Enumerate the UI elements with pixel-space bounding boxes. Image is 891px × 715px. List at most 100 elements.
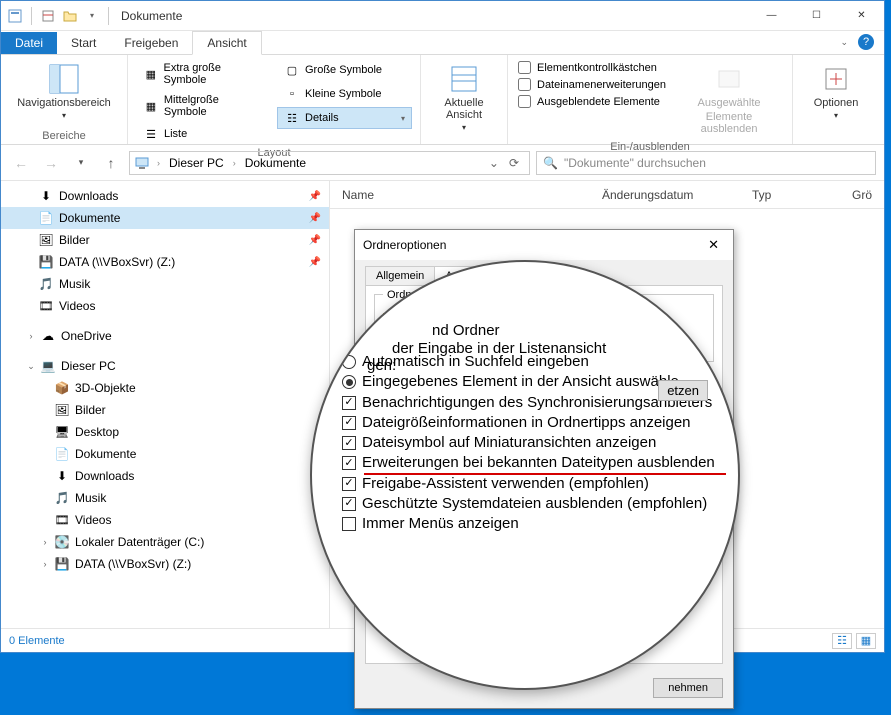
layout-small[interactable]: ▫Kleine Symbole bbox=[277, 83, 412, 105]
lg-icon: ▢ bbox=[284, 62, 300, 78]
check-sharing-wizard[interactable]: ✓Freigabe-Assistent verwenden (empfohlen… bbox=[342, 474, 726, 494]
navigation-tree: ⬇Downloads📌 📄Dokumente📌 🖼Bilder📌 💾DATA (… bbox=[1, 181, 330, 628]
tree-documents2[interactable]: 📄Dokumente bbox=[1, 443, 329, 465]
address-bar[interactable]: › Dieser PC › Dokumente ⌄⟳ bbox=[129, 151, 530, 175]
help-icon[interactable]: ? bbox=[858, 34, 874, 50]
dialog-apply-button[interactable]: nehmen bbox=[653, 678, 723, 698]
tab-file[interactable]: Datei bbox=[1, 32, 57, 54]
tree-videos2[interactable]: 🎞Videos bbox=[1, 509, 329, 531]
tree-videos[interactable]: 🎞Videos bbox=[1, 295, 329, 317]
pin-icon: 📌 bbox=[309, 191, 321, 202]
tree-music2[interactable]: 🎵Musik bbox=[1, 487, 329, 509]
sm-icon: ▫ bbox=[284, 86, 300, 102]
minimize-button[interactable]: — bbox=[749, 1, 794, 30]
md-icon: ▦ bbox=[143, 98, 159, 114]
refresh-icon[interactable]: ⟳ bbox=[509, 156, 519, 170]
crumb-documents[interactable]: Dokumente bbox=[243, 156, 308, 170]
videos-icon: 🎞 bbox=[37, 298, 55, 314]
expand-icon[interactable]: › bbox=[23, 331, 39, 341]
tree-documents[interactable]: 📄Dokumente📌 bbox=[1, 207, 329, 229]
pictures-icon: 🖼 bbox=[37, 232, 55, 248]
tab-home[interactable]: Start bbox=[57, 32, 110, 54]
check-thumbnail-icons[interactable]: ✓Dateisymbol auf Miniaturansichten anzei… bbox=[342, 433, 726, 453]
column-headers: Name Änderungsdatum Typ Grö bbox=[330, 181, 884, 209]
pin-icon: 📌 bbox=[309, 213, 321, 224]
details-view-button[interactable]: ☷ bbox=[832, 633, 852, 649]
pc-icon bbox=[134, 155, 150, 171]
expand-icon[interactable]: › bbox=[37, 537, 53, 547]
up-button[interactable]: ↑ bbox=[99, 151, 123, 175]
tree-downloads[interactable]: ⬇Downloads📌 bbox=[1, 185, 329, 207]
tree-thispc[interactable]: ⌄💻Dieser PC bbox=[1, 355, 329, 377]
qat-properties-icon[interactable] bbox=[40, 8, 56, 24]
tree-desktop[interactable]: 🖥Desktop bbox=[1, 421, 329, 443]
pictures-icon: 🖼 bbox=[53, 402, 71, 418]
details-icon: ☷ bbox=[284, 110, 300, 126]
layout-medium[interactable]: ▦Mittelgroße Symbole bbox=[136, 91, 271, 121]
tree-localdisk[interactable]: ›💽Lokaler Datenträger (C:) bbox=[1, 531, 329, 553]
close-button[interactable]: ✕ bbox=[839, 1, 884, 30]
tree-music[interactable]: 🎵Musik bbox=[1, 273, 329, 295]
check-always-menus[interactable]: Immer Menüs anzeigen bbox=[342, 514, 726, 534]
checkbox-hidden-items[interactable]: Ausgeblendete Elemente bbox=[518, 95, 666, 108]
list-icon: ☰ bbox=[143, 126, 159, 142]
network-drive-icon: 💾 bbox=[37, 254, 55, 270]
back-button[interactable]: ← bbox=[9, 151, 33, 175]
col-type[interactable]: Typ bbox=[740, 188, 840, 202]
current-view-button[interactable]: Aktuelle Ansicht ▾ bbox=[429, 59, 499, 136]
tree-data2[interactable]: ›💾DATA (\\VBoxSvr) (Z:) bbox=[1, 553, 329, 575]
dialog-titlebar: Ordneroptionen ✕ bbox=[355, 230, 733, 260]
search-box[interactable]: 🔍 "Dokumente" durchsuchen bbox=[536, 151, 876, 175]
tree-3dobjects[interactable]: 📦3D-Objekte bbox=[1, 377, 329, 399]
checkbox-item-checkboxes[interactable]: Elementkontrollkästchen bbox=[518, 61, 666, 74]
history-dropdown[interactable]: ▾ bbox=[69, 151, 93, 175]
window-title: Dokumente bbox=[117, 9, 182, 23]
address-row: ← → ▾ ↑ › Dieser PC › Dokumente ⌄⟳ 🔍 "Do… bbox=[1, 145, 884, 181]
check-hide-system-files[interactable]: ✓Geschützte Systemdateien ausblenden (em… bbox=[342, 494, 726, 514]
reset-button-partial[interactable]: etzen bbox=[658, 380, 708, 401]
ribbon-tabs: Datei Start Freigeben Ansicht ⌄ ? bbox=[1, 31, 884, 55]
forward-button[interactable]: → bbox=[39, 151, 63, 175]
documents-icon: 📄 bbox=[53, 446, 71, 462]
addr-dropdown-icon[interactable]: ⌄ bbox=[489, 156, 499, 170]
navigation-pane-icon bbox=[48, 63, 80, 95]
checkbox-file-extensions[interactable]: Dateinamenerweiterungen bbox=[518, 78, 666, 91]
ribbon-group-panes: Bereiche bbox=[9, 128, 119, 142]
expand-icon[interactable]: › bbox=[37, 559, 53, 569]
maximize-button[interactable]: ☐ bbox=[794, 1, 839, 30]
col-name[interactable]: Name bbox=[330, 188, 590, 202]
thumbnails-view-button[interactable]: ▦ bbox=[856, 633, 876, 649]
options-button[interactable]: Optionen ▾ bbox=[801, 59, 871, 124]
tree-downloads2[interactable]: ⬇Downloads bbox=[1, 465, 329, 487]
collapse-icon[interactable]: ⌄ bbox=[23, 361, 39, 372]
check-hide-extensions[interactable]: ✓Erweiterungen bei bekannten Dateitypen … bbox=[342, 453, 726, 473]
pc-icon: 💻 bbox=[39, 358, 57, 374]
tree-data[interactable]: 💾DATA (\\VBoxSvr) (Z:)📌 bbox=[1, 251, 329, 273]
col-modified[interactable]: Änderungsdatum bbox=[590, 188, 740, 202]
pin-icon: 📌 bbox=[309, 235, 321, 246]
dialog-close-button[interactable]: ✕ bbox=[702, 235, 725, 255]
layout-details[interactable]: ☷Details▾ bbox=[277, 107, 412, 129]
hide-selected-button: Ausgewählte Elemente ausblenden bbox=[674, 59, 784, 139]
tab-view[interactable]: Ansicht bbox=[192, 31, 261, 55]
dialog-tab-general[interactable]: Allgemein bbox=[365, 266, 435, 286]
tree-pictures2[interactable]: 🖼Bilder bbox=[1, 399, 329, 421]
search-icon: 🔍 bbox=[543, 156, 558, 170]
tree-onedrive[interactable]: ›☁OneDrive bbox=[1, 325, 329, 347]
titlebar: ▾ Dokumente — ☐ ✕ bbox=[1, 1, 884, 31]
qat-folder-icon[interactable] bbox=[62, 8, 78, 24]
ribbon-collapse-icon[interactable]: ⌄ bbox=[840, 37, 848, 48]
navigation-pane-button[interactable]: Navigationsbereich ▾ bbox=[9, 59, 119, 124]
qat-dropdown-icon[interactable]: ▾ bbox=[84, 8, 100, 24]
tab-share[interactable]: Freigeben bbox=[110, 32, 192, 54]
layout-list[interactable]: ☰Liste bbox=[136, 123, 271, 145]
check-size-info[interactable]: ✓Dateigrößeinformationen in Ordnertipps … bbox=[342, 413, 726, 433]
layout-large[interactable]: ▢Große Symbole bbox=[277, 59, 412, 81]
crumb-thispc[interactable]: Dieser PC bbox=[167, 156, 226, 170]
tree-pictures[interactable]: 🖼Bilder📌 bbox=[1, 229, 329, 251]
music-icon: 🎵 bbox=[53, 490, 71, 506]
col-size[interactable]: Grö bbox=[840, 188, 884, 202]
layout-extra-large[interactable]: ▦Extra große Symbole bbox=[136, 59, 271, 89]
current-view-icon bbox=[448, 63, 480, 95]
documents-icon: 📄 bbox=[37, 210, 55, 226]
